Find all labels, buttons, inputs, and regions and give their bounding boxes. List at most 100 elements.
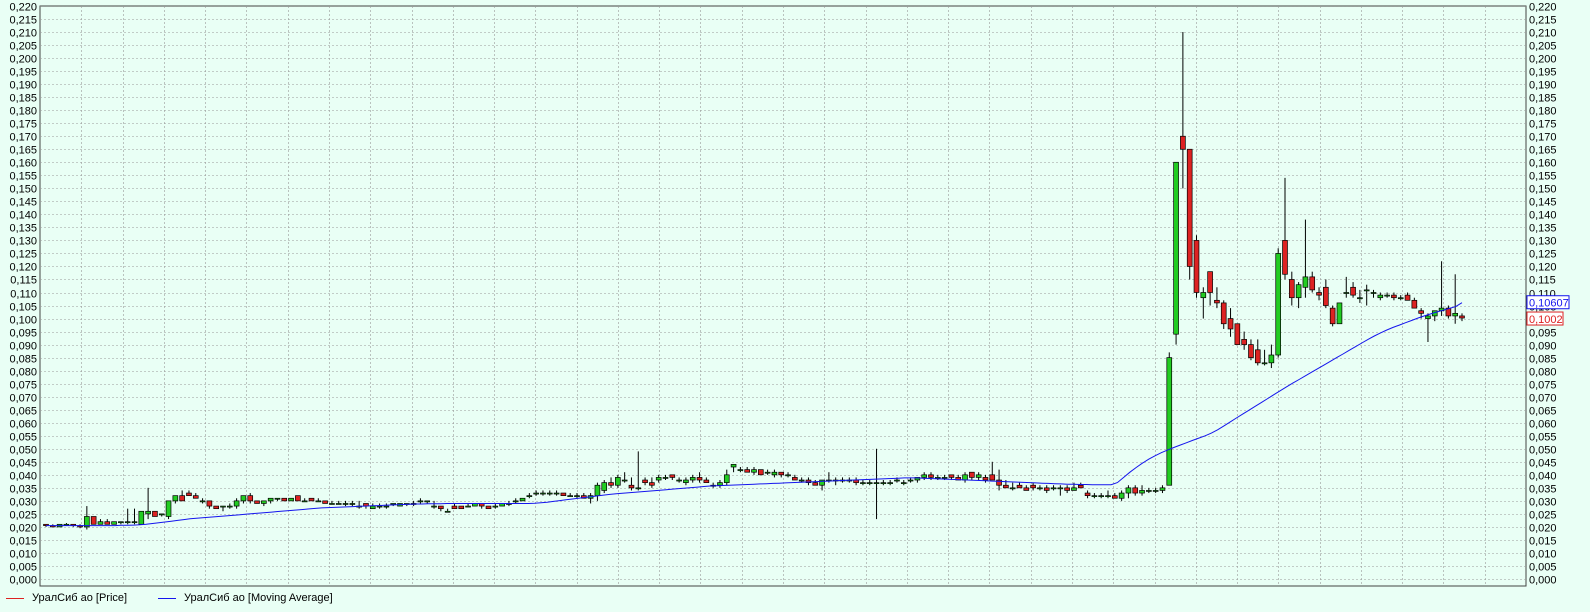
y-tick-label-left: 0,190 [9,80,37,92]
candle-body [621,479,628,482]
candle-body [1248,344,1254,358]
candle-body [1370,292,1377,294]
candle-body [1084,492,1091,497]
candle-body [1098,495,1104,498]
candle-body [1173,161,1179,335]
candle-body [199,500,206,503]
candle-body [369,505,376,510]
candle-body [1118,492,1125,499]
candle-body [288,497,294,502]
y-tick-label-right: 0,190 [1529,80,1557,92]
candle-body [1200,292,1207,299]
candle-body [118,521,124,524]
y-tick-label-left: 0,165 [9,145,37,157]
candle-body [601,482,608,491]
candle-body [975,474,982,478]
candle-body [1329,307,1336,325]
candle-body [860,482,866,484]
candle-body [526,495,533,498]
candle-body [158,513,165,516]
y-tick-label-left: 0,115 [10,275,37,287]
candle-body [165,500,172,517]
y-tick-label-right: 0,145 [1529,197,1557,209]
candle-body [390,503,396,505]
y-tick-label-right: 0,065 [1529,406,1557,418]
legend-swatch-price [6,597,24,599]
y-tick-label-right: 0,180 [1529,106,1557,118]
candle-body [1091,495,1098,498]
candle-body [662,477,669,479]
y-tick-label-left: 0,140 [9,210,37,222]
y-tick-label-right: 0,175 [1529,119,1557,131]
y-tick-label-right: 0,200 [1529,54,1557,66]
candle-body [1016,484,1023,489]
y-tick-label-right: 0,090 [1529,341,1557,353]
y-tick-label-right: 0,115 [1529,275,1556,287]
candle-body [295,495,301,502]
candle-body [907,479,914,482]
candle-body [444,510,451,513]
candle-body [1159,487,1166,491]
y-tick-label-left: 0,180 [9,106,37,118]
candle-body [1404,294,1411,301]
candle-body [1125,487,1132,494]
candle-body [1309,276,1316,291]
candle-body [567,495,573,498]
candle-body [1302,276,1309,288]
candle-body [1363,289,1370,292]
candle-body [438,505,444,510]
y-tick-label-left: 0,075 [9,380,37,392]
y-tick-label-left: 0,070 [9,393,37,405]
y-tick-label-left: 0,005 [9,562,37,574]
candle-body [1241,339,1247,345]
y-tick-label-right: 0,155 [1529,171,1557,183]
candle-body [894,479,900,482]
y-tick-label-right: 0,050 [1529,445,1557,457]
candle-body [1377,294,1384,299]
candle-body [1418,310,1424,314]
legend-item-price: УралСиб ао [Price] [6,592,127,604]
y-tick-label-left: 0,170 [9,132,37,144]
candle-body [322,500,328,504]
candle-body [866,482,873,484]
candle-body [1391,294,1397,299]
y-tick-label-left: 0,065 [9,406,37,418]
candle-body [1023,487,1030,491]
y-tick-label-left: 0,025 [9,510,37,522]
y-tick-label-left: 0,000 [9,575,37,587]
candle-body [1384,294,1390,297]
candle-body [703,479,710,483]
candle-body [261,500,267,504]
y-tick-label-right: 0,095 [1529,328,1557,340]
candle-body [240,495,247,502]
candle-body [553,492,560,495]
candle-body [900,482,907,484]
y-tick-label-right: 0,220 [1529,2,1557,14]
y-tick-label-left: 0,205 [9,41,37,53]
candle-body [281,497,288,502]
y-tick-label-left: 0,110 [10,289,37,301]
candle-body [227,505,233,508]
candle-body [921,474,927,478]
y-tick-label-right: 0,215 [1529,15,1557,27]
candle-body [1009,487,1016,490]
y-tick-label-left: 0,045 [9,458,37,470]
y-tick-label-left: 0,015 [9,536,37,548]
y-tick-label-right: 0,085 [1529,354,1557,366]
y-tick-label-right: 0,125 [1529,249,1557,261]
y-axis-right: 0,0000,0050,0100,0150,0200,0250,0300,035… [1529,2,1557,587]
y-tick-label-right: 0,080 [1529,367,1557,379]
candle-body [172,495,179,502]
y-tick-label-right: 0,130 [1529,236,1557,248]
y-tick-label-right: 0,205 [1529,41,1557,53]
candle-body [383,505,390,508]
legend-label-moving-average: УралСиб ао [Moving Average] [184,592,333,604]
candle-body [1316,292,1322,296]
candle-body [274,497,281,500]
candle-body [635,487,642,490]
candle-body [594,484,601,497]
price-last-value: 0,1002 [1529,314,1563,326]
y-tick-label-right: 0,075 [1529,380,1557,392]
candle-body [301,500,308,503]
candle-body [1050,487,1057,490]
